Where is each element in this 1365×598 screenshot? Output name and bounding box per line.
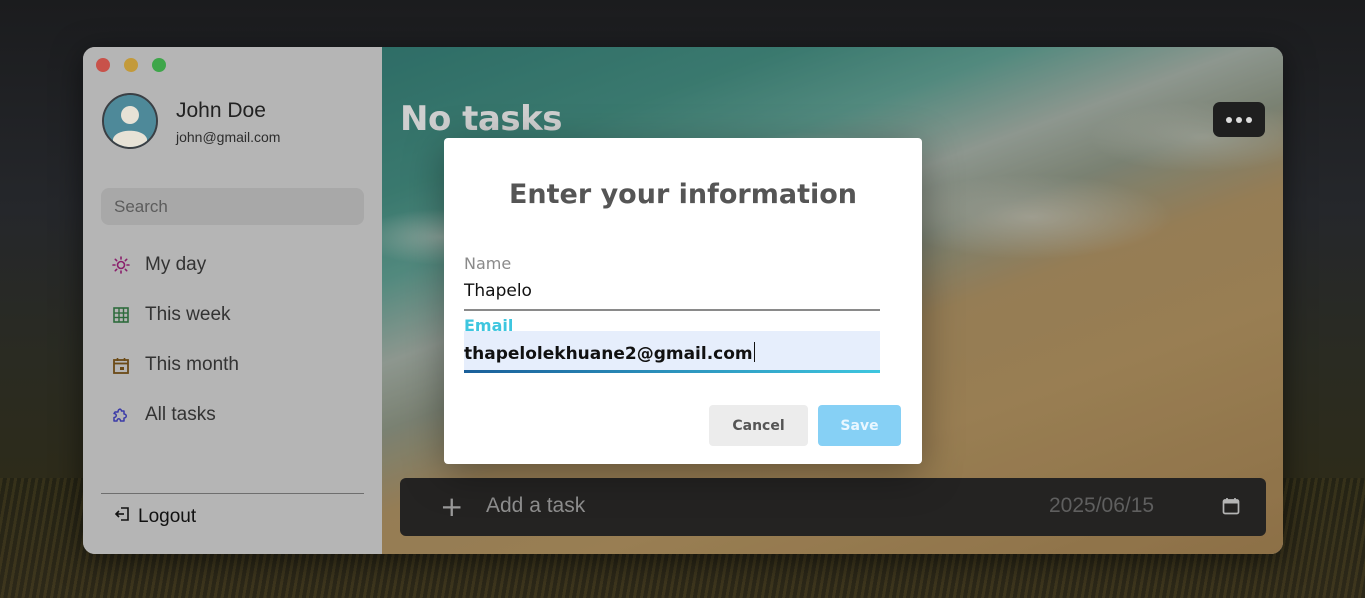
sidebar-divider bbox=[101, 493, 364, 494]
maximize-window-button[interactable] bbox=[152, 58, 166, 72]
sidebar-item-label: All tasks bbox=[145, 404, 216, 425]
email-input[interactable]: thapelolekhuane2@gmail.com bbox=[464, 342, 880, 364]
search-input[interactable]: Search bbox=[101, 188, 364, 225]
sidebar-item-this-week[interactable]: This week bbox=[111, 300, 231, 330]
sidebar-item-my-day[interactable]: My day bbox=[111, 250, 206, 280]
profile-email: john@gmail.com bbox=[176, 129, 281, 145]
calendar-icon[interactable] bbox=[1222, 497, 1240, 519]
sidebar-item-label: My day bbox=[145, 254, 207, 275]
email-value: thapelolekhuane2@gmail.com bbox=[464, 344, 753, 364]
save-button[interactable]: Save bbox=[818, 405, 901, 446]
dot bbox=[1246, 116, 1252, 123]
logout-label: Logout bbox=[138, 506, 197, 527]
grid-calendar-icon bbox=[111, 305, 131, 325]
dot bbox=[1236, 116, 1242, 123]
text-caret bbox=[753, 342, 755, 362]
name-input[interactable]: Thapelo bbox=[464, 281, 880, 301]
calendar-icon bbox=[111, 355, 131, 375]
cancel-button[interactable]: Cancel bbox=[709, 405, 808, 446]
name-underline bbox=[464, 309, 880, 311]
logout-button[interactable]: Logout bbox=[114, 503, 196, 531]
sidebar-item-label: This week bbox=[145, 304, 231, 325]
due-date-field[interactable]: 2025/06/15 bbox=[1049, 494, 1154, 518]
sidebar: John Doe john@gmail.com Search My day Th… bbox=[83, 47, 382, 554]
page-title: No tasks bbox=[400, 99, 562, 139]
user-info-dialog: Enter your information Name Thapelo Emai… bbox=[444, 138, 922, 464]
sidebar-item-all-tasks[interactable]: All tasks bbox=[111, 400, 216, 430]
logout-icon bbox=[114, 505, 132, 529]
add-task-button[interactable]: + bbox=[440, 490, 463, 523]
more-dots-icon bbox=[1226, 116, 1232, 123]
more-options-button[interactable] bbox=[1213, 102, 1265, 137]
window-controls bbox=[96, 58, 166, 72]
name-label: Name bbox=[464, 254, 512, 273]
close-window-button[interactable] bbox=[96, 58, 110, 72]
puzzle-icon bbox=[111, 405, 131, 425]
sidebar-item-this-month[interactable]: This month bbox=[111, 350, 239, 380]
sun-icon bbox=[111, 255, 131, 275]
email-underline bbox=[464, 370, 880, 373]
add-task-bar: + Add a task 2025/06/15 bbox=[400, 478, 1266, 536]
add-task-input[interactable]: Add a task bbox=[486, 494, 585, 518]
profile-name: John Doe bbox=[176, 99, 266, 122]
minimize-window-button[interactable] bbox=[124, 58, 138, 72]
dialog-title: Enter your information bbox=[508, 179, 858, 210]
user-avatar-icon bbox=[104, 95, 156, 147]
avatar[interactable] bbox=[102, 93, 158, 149]
sidebar-item-label: This month bbox=[145, 354, 239, 375]
